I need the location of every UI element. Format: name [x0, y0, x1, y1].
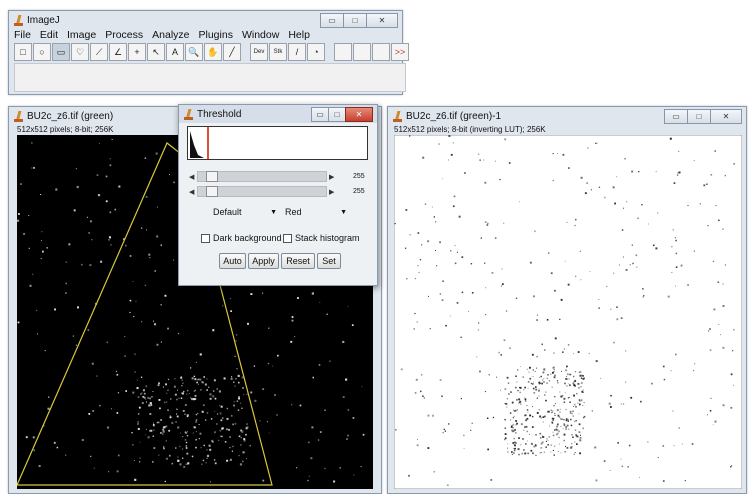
- brush-tool-icon[interactable]: /: [288, 43, 306, 61]
- imagej-toolbar: □ ○ ▭ ♡ ⟋ ∠ + ↖ A 🔍 ✋ ╱ Dev Stk / ◔ >>: [14, 43, 410, 61]
- reset-button[interactable]: Reset: [281, 253, 315, 269]
- dark-background-label: Dark background: [213, 233, 282, 243]
- empty-tool-slot[interactable]: [353, 43, 371, 61]
- slider2-thumb[interactable]: [206, 186, 218, 197]
- freehand-tool-icon[interactable]: ♡: [71, 43, 89, 61]
- menu-image[interactable]: Image: [67, 29, 96, 41]
- slider2-right-arrow-icon[interactable]: ▶: [329, 188, 337, 196]
- right-image-title: BU2c_z6.tif (green)-1: [406, 110, 502, 122]
- maximize-button[interactable]: □: [343, 13, 367, 28]
- right-image-canvas[interactable]: [394, 135, 742, 489]
- menu-help[interactable]: Help: [288, 29, 310, 41]
- max-threshold-value: 255: [353, 188, 365, 195]
- method-chevron-down-icon: ▼: [270, 208, 277, 216]
- left-image-info: 512x512 pixels; 8-bit; 256K: [17, 125, 114, 134]
- menu-window[interactable]: Window: [242, 29, 279, 41]
- imagej-statusbar: [14, 63, 406, 92]
- dropper-tool-icon[interactable]: ╱: [223, 43, 241, 61]
- rectangle-tool-icon[interactable]: □: [14, 43, 32, 61]
- threshold-maximize-button[interactable]: □: [328, 107, 346, 122]
- apply-button[interactable]: Apply: [248, 253, 279, 269]
- menu-plugins[interactable]: Plugins: [199, 29, 233, 41]
- max-threshold-slider[interactable]: ◀ ▶: [189, 186, 339, 197]
- threshold-histogram: [187, 126, 368, 160]
- display-select-value: Red: [285, 207, 302, 217]
- stack-histogram-checkbox-box[interactable]: [283, 233, 292, 243]
- menu-edit[interactable]: Edit: [40, 29, 58, 41]
- stk-tool-icon[interactable]: Stk: [269, 43, 287, 61]
- magnifier-tool-icon[interactable]: 🔍: [185, 43, 203, 61]
- slider1-left-arrow-icon[interactable]: ◀: [189, 173, 197, 181]
- right-close-button[interactable]: ✕: [710, 109, 742, 124]
- left-image-app-icon: [14, 111, 23, 122]
- stack-histogram-label: Stack histogram: [295, 233, 360, 243]
- method-select[interactable]: Default ▼: [213, 205, 277, 219]
- slider1-thumb[interactable]: [206, 171, 218, 182]
- dev-tool-icon[interactable]: Dev: [250, 43, 268, 61]
- display-select[interactable]: Red ▼: [285, 205, 347, 219]
- threshold-titlebar[interactable]: Threshold ▭ □ ✕: [179, 105, 377, 123]
- right-image-app-icon: [393, 111, 402, 122]
- dark-background-checkbox[interactable]: Dark background: [201, 233, 282, 243]
- slider2-left-arrow-icon[interactable]: ◀: [189, 188, 197, 196]
- point-tool-icon[interactable]: +: [128, 43, 146, 61]
- left-image-title: BU2c_z6.tif (green): [27, 110, 114, 122]
- dark-background-checkbox-box[interactable]: [201, 233, 210, 243]
- imagej-app-icon: [14, 15, 23, 26]
- flood-fill-tool-icon[interactable]: ◔: [307, 43, 325, 61]
- threshold-app-icon: [184, 109, 193, 120]
- menu-analyze[interactable]: Analyze: [152, 29, 189, 41]
- text-tool-icon[interactable]: A: [166, 43, 184, 61]
- imagej-main-window: ImageJ ▭ □ ✕ File Edit Image Process Ana…: [8, 10, 409, 95]
- oval-tool-icon[interactable]: ○: [33, 43, 51, 61]
- set-button[interactable]: Set: [317, 253, 341, 269]
- empty-tool-slot[interactable]: [372, 43, 390, 61]
- right-minimize-button[interactable]: ▭: [664, 109, 688, 124]
- imagej-titlebar[interactable]: ImageJ ▭ □ ✕: [9, 11, 402, 29]
- imagej-title: ImageJ: [27, 14, 60, 26]
- slider1-right-arrow-icon[interactable]: ▶: [329, 173, 337, 181]
- right-maximize-button[interactable]: □: [687, 109, 711, 124]
- more-tools-icon[interactable]: >>: [391, 43, 409, 61]
- right-image-info: 512x512 pixels; 8-bit (inverting LUT); 2…: [394, 125, 546, 134]
- menu-process[interactable]: Process: [105, 29, 143, 41]
- threshold-dialog: Threshold ▭ □ ✕ ◀ ▶ 255 ◀ ▶ 255 Default …: [178, 104, 378, 286]
- hand-tool-icon[interactable]: ✋: [204, 43, 222, 61]
- stack-histogram-checkbox[interactable]: Stack histogram: [283, 233, 360, 243]
- angle-tool-icon[interactable]: ∠: [109, 43, 127, 61]
- wand-tool-icon[interactable]: ↖: [147, 43, 165, 61]
- display-chevron-down-icon: ▼: [340, 208, 347, 216]
- threshold-minimize-button[interactable]: ▭: [311, 107, 329, 122]
- min-threshold-value: 255: [353, 173, 365, 180]
- method-select-value: Default: [213, 207, 242, 217]
- polygon-tool-icon[interactable]: ▭: [52, 43, 70, 61]
- minimize-button[interactable]: ▭: [320, 13, 344, 28]
- empty-tool-slot[interactable]: [334, 43, 352, 61]
- menu-file[interactable]: File: [14, 29, 31, 41]
- threshold-title: Threshold: [197, 108, 242, 120]
- right-image-titlebar[interactable]: BU2c_z6.tif (green)-1 ▭ □ ✕: [388, 107, 746, 125]
- min-threshold-slider[interactable]: ◀ ▶: [189, 171, 339, 182]
- auto-button[interactable]: Auto: [219, 253, 246, 269]
- close-button[interactable]: ✕: [366, 13, 398, 28]
- threshold-close-button[interactable]: ✕: [345, 107, 373, 122]
- line-tool-icon[interactable]: ⟋: [90, 43, 108, 61]
- imagej-menubar: File Edit Image Process Analyze Plugins …: [14, 29, 310, 41]
- right-image-window: BU2c_z6.tif (green)-1 ▭ □ ✕ 512x512 pixe…: [387, 106, 747, 494]
